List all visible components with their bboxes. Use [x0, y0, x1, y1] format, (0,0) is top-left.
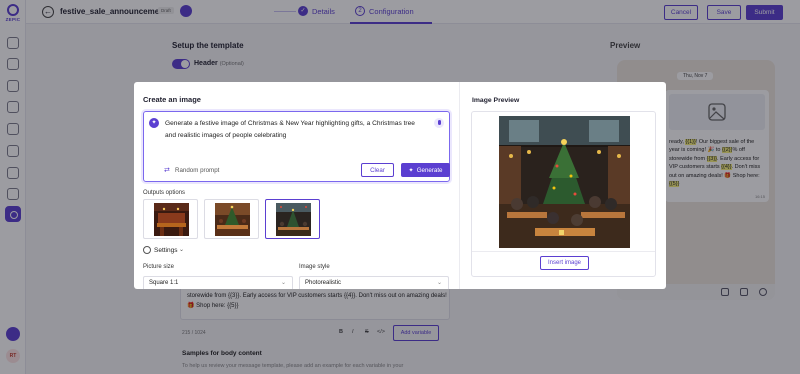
image-style-select[interactable]: Photorealistic ⌄ [299, 276, 449, 289]
chevron-down-icon: ⌄ [436, 280, 442, 286]
random-prompt-button[interactable]: Random prompt [175, 167, 219, 174]
clear-button[interactable]: Clear [361, 163, 394, 177]
create-image-modal: Create an image ✦ Generate a festive ima… [134, 82, 666, 289]
chevron-down-icon[interactable]: ⌄ [179, 246, 184, 253]
picture-size-value: Square 1:1 [149, 280, 179, 286]
ai-sparkle-icon: ✦ [149, 118, 159, 128]
image-style-value: Photorealistic [305, 280, 342, 286]
generated-image-preview [499, 116, 630, 248]
output-option-1[interactable] [143, 199, 198, 239]
output-option-2[interactable] [204, 199, 259, 239]
panel-divider [459, 82, 460, 289]
sparkle-icon: ✦ [408, 166, 414, 174]
output-thumbnail [154, 203, 189, 236]
settings-toggle[interactable]: Settings [154, 247, 178, 254]
output-thumbnail [276, 203, 311, 236]
modal-title: Create an image [143, 95, 201, 104]
gear-icon[interactable] [143, 246, 151, 254]
generate-label: Generate [416, 166, 443, 174]
shuffle-icon[interactable]: ⇄ [164, 166, 170, 174]
output-option-3-selected[interactable] [265, 199, 320, 239]
image-preview-card: Insert image [471, 111, 656, 277]
preview-separator [472, 251, 655, 252]
mic-icon[interactable] [434, 118, 444, 128]
image-preview-title: Image Preview [472, 97, 520, 104]
generate-button[interactable]: ✦ Generate [401, 163, 450, 177]
picture-size-select[interactable]: Square 1:1 ⌄ [143, 276, 293, 289]
prompt-text[interactable]: Generate a festive image of Christmas & … [165, 118, 427, 141]
image-style-label: Image style [299, 264, 330, 270]
output-thumbnail [215, 203, 250, 236]
chevron-down-icon: ⌄ [280, 280, 286, 286]
prompt-input[interactable]: ✦ Generate a festive image of Christmas … [143, 111, 450, 182]
insert-image-button[interactable]: Insert image [540, 256, 589, 270]
outputs-label: Outputs options [143, 190, 186, 196]
picture-size-label: Picture size [143, 264, 175, 270]
